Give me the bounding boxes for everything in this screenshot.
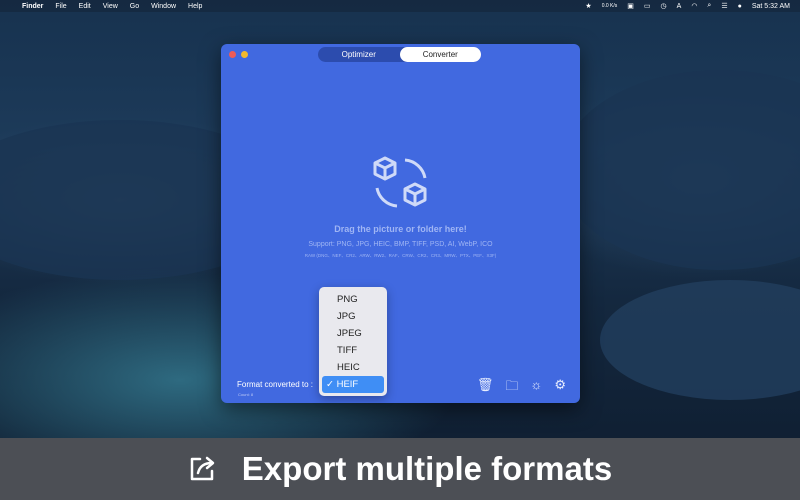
star-icon[interactable]: ★	[585, 2, 591, 10]
format-dropdown-menu: PNG JPG JPEG TIFF HEIC ✓ HEIF	[319, 287, 387, 396]
lightbulb-icon[interactable]: ☼	[530, 377, 542, 399]
folder-icon[interactable]: 🗀	[505, 377, 518, 399]
menu-help[interactable]: Help	[188, 3, 202, 10]
menu-go[interactable]: Go	[130, 3, 139, 10]
clock-icon[interactable]: ◷	[661, 2, 667, 10]
menu-app-name[interactable]: Finder	[22, 3, 43, 10]
convert-cubes-icon	[373, 156, 427, 208]
format-label: Format converted to :	[237, 380, 314, 389]
count-label: Count: 8	[238, 392, 254, 397]
drop-zone-title: Drag the picture or folder here!	[334, 224, 467, 234]
menu-edit[interactable]: Edit	[79, 3, 91, 10]
format-option-heic[interactable]: HEIC	[322, 359, 384, 376]
promo-banner: Export multiple formats	[0, 438, 800, 500]
siri-icon[interactable]: ●	[738, 3, 742, 10]
menu-bar: Finder File Edit View Go Window Help ★ 0…	[0, 0, 800, 12]
app-window: Optimizer Converter Drag the picture or …	[221, 44, 580, 403]
format-option-tiff[interactable]: TIFF	[322, 342, 384, 359]
format-option-jpeg[interactable]: JPEG	[322, 325, 384, 342]
wifi-icon[interactable]: ◠	[691, 2, 697, 10]
raw-formats: RAW (DNG、NEF、CR2、ARW、RW2、RAF、CRW、CR2、CR3…	[304, 253, 497, 258]
banner-title: Export multiple formats	[241, 450, 613, 487]
gear-icon[interactable]: ⚙	[554, 377, 566, 399]
trash-icon[interactable]: 🗑	[477, 377, 494, 399]
toolbar: 🗑 🗀 ☼ ⚙	[477, 377, 566, 399]
app-icon[interactable]: ▣	[627, 2, 634, 10]
battery-icon[interactable]: ▭	[644, 2, 651, 10]
format-option-jpg[interactable]: JPG	[322, 308, 384, 325]
tab-optimizer[interactable]: Optimizer	[318, 47, 400, 62]
control-center-icon[interactable]: ☰	[721, 2, 727, 10]
supported-formats: Support: PNG, JPG, HEIC, BMP, TIFF, PSD,…	[308, 241, 493, 248]
close-button[interactable]	[229, 51, 236, 58]
network-speed: 0.0 K/s	[601, 3, 618, 9]
menu-file[interactable]: File	[55, 3, 66, 10]
format-option-heif[interactable]: ✓ HEIF	[322, 376, 384, 393]
menu-window[interactable]: Window	[151, 3, 176, 10]
menu-view[interactable]: View	[103, 3, 118, 10]
format-option-png[interactable]: PNG	[322, 291, 384, 308]
minimize-button[interactable]	[241, 51, 248, 58]
tab-converter[interactable]: Converter	[399, 47, 481, 62]
search-icon[interactable]: ⌕	[707, 2, 711, 10]
clock[interactable]: Sat 5:32 AM	[752, 3, 790, 10]
share-export-icon	[190, 456, 215, 481]
mode-segmented-control: Optimizer Converter	[318, 47, 481, 62]
input-source-icon[interactable]: A	[677, 3, 682, 10]
